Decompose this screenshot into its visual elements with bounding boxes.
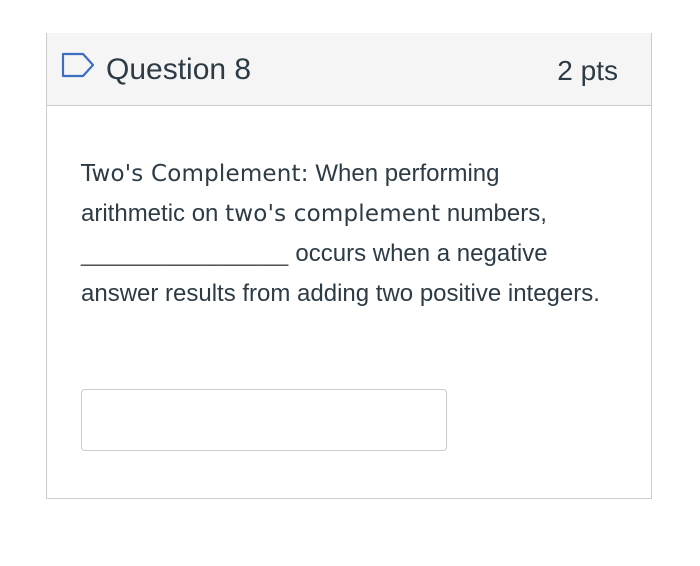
term-inline: two's complement bbox=[225, 201, 441, 227]
question-header: Question 8 2 pts bbox=[47, 33, 651, 106]
fill-in-blank: _______________ bbox=[81, 240, 289, 267]
flag-outline-icon[interactable] bbox=[61, 52, 95, 78]
term-label: Two's Complement: bbox=[81, 161, 309, 187]
answer-input[interactable] bbox=[81, 389, 447, 451]
question-text: Two's Complement: When performing arithm… bbox=[81, 154, 601, 314]
question-points: 2 pts bbox=[557, 55, 618, 86]
question-card: Question 8 2 pts Two's Complement: When … bbox=[46, 33, 652, 499]
question-after-term: numbers, bbox=[440, 200, 547, 227]
question-title: Question 8 bbox=[106, 53, 252, 86]
